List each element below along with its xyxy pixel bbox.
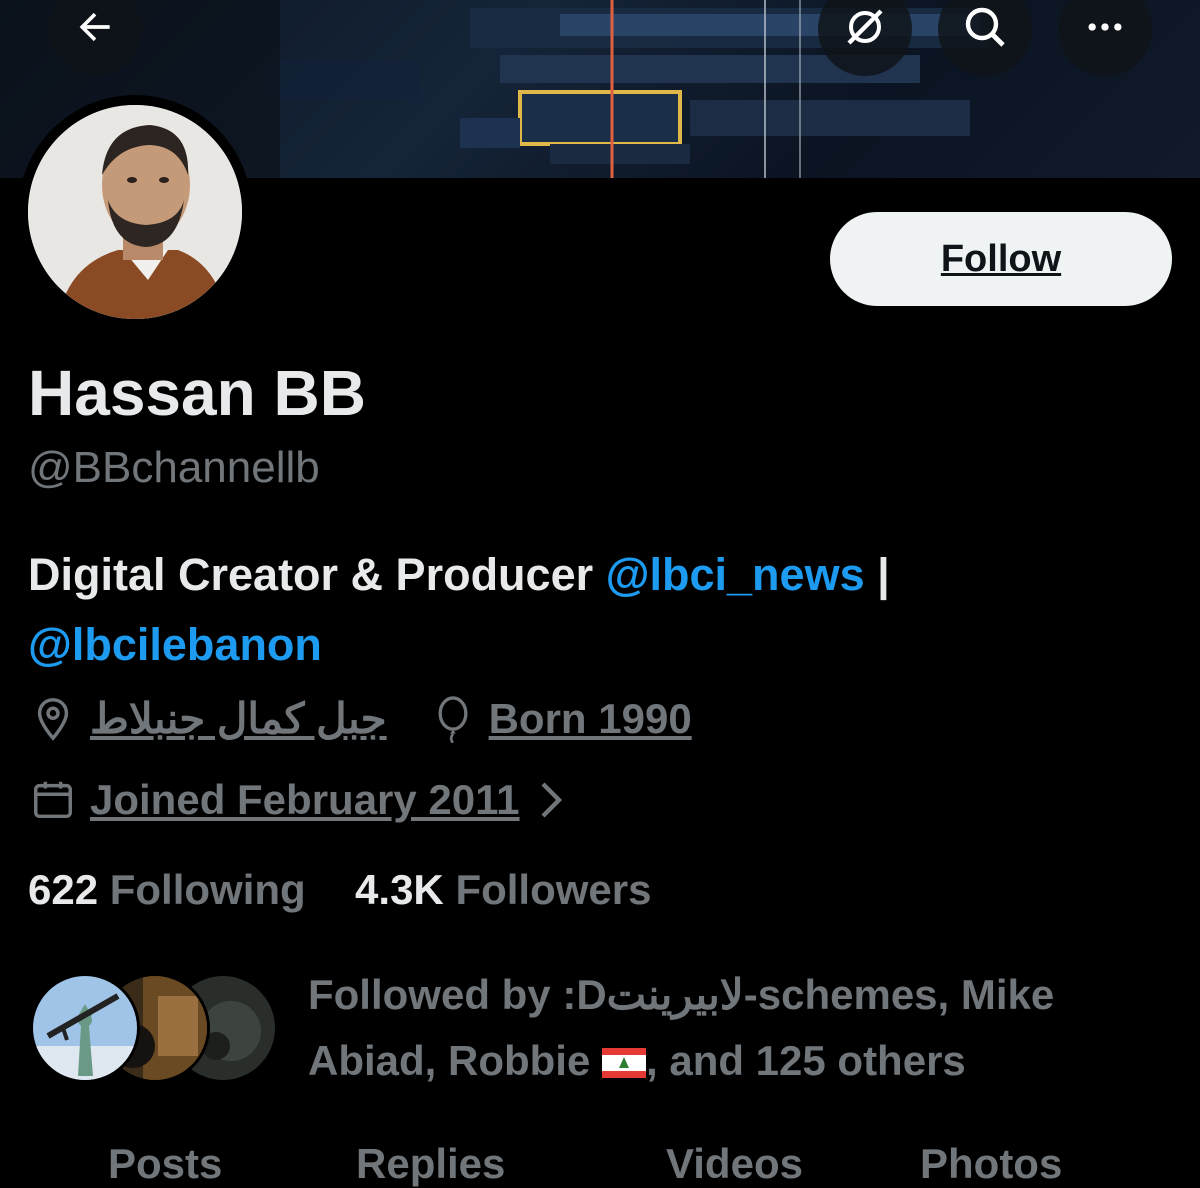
balloon-icon: [431, 695, 475, 743]
followers-count: 4.3K: [355, 866, 444, 913]
follow-button[interactable]: Follow: [830, 212, 1172, 306]
calendar-icon: [30, 777, 76, 823]
more-icon: [1083, 5, 1127, 54]
tab-posts[interactable]: Posts: [108, 1140, 222, 1188]
profile-name: Hassan BB: [28, 357, 366, 429]
tab-videos[interactable]: Videos: [666, 1140, 803, 1188]
following-count: 622: [28, 866, 99, 913]
avatar[interactable]: [28, 105, 242, 319]
tab-replies[interactable]: Replies: [356, 1140, 505, 1188]
meta-row-location: جبل كمال جنبلاط Born 1990: [30, 694, 692, 743]
profile-tabs: Posts Replies Videos Photos: [0, 1140, 1200, 1187]
followed-by-names-line2: Abiad, Robbie: [308, 1037, 602, 1084]
profile-bio: Digital Creator & Producer @lbci_news | …: [28, 540, 1178, 680]
followed-by-text[interactable]: Followed by :Dلابيرينت-schemes, Mike Abi…: [308, 962, 1188, 1097]
follower-avatar-1[interactable]: [30, 973, 140, 1083]
followers-link[interactable]: 4.3K Followers: [355, 866, 651, 913]
chevron-right-icon[interactable]: [536, 780, 566, 820]
bio-separator: |: [864, 549, 890, 600]
followers-label: Followers: [455, 866, 652, 913]
lebanon-flag-icon: [602, 1031, 646, 1097]
birth-date: Born 1990: [488, 694, 692, 742]
grok-icon: [841, 3, 889, 56]
profile-handle: @BBchannellb: [28, 443, 320, 492]
bio-mention-lbci-news[interactable]: @lbci_news: [606, 549, 865, 600]
tab-photos[interactable]: Photos: [920, 1140, 1062, 1188]
search-icon: [961, 3, 1009, 56]
following-label: Following: [109, 866, 306, 913]
meta-row-joined[interactable]: Joined February 2011: [30, 776, 566, 824]
followed-by-names-line1: لابيرينت-schemes, Mike: [606, 971, 1055, 1018]
following-link[interactable]: 622 Following: [28, 866, 306, 913]
profile-stats: 622 Following 4.3K Followers: [28, 866, 651, 914]
followed-by-prefix: Followed by :D: [308, 971, 607, 1018]
bio-mention-lbcilebanon[interactable]: @lbcilebanon: [28, 619, 322, 670]
location-icon: [30, 696, 76, 742]
joined-date[interactable]: Joined February 2011: [90, 776, 520, 824]
followed-by-others: , and 125 others: [646, 1037, 966, 1084]
bio-text: Digital Creator & Producer: [28, 549, 606, 600]
back-arrow-icon: [73, 5, 117, 54]
location-link[interactable]: جبل كمال جنبلاط: [90, 694, 387, 743]
